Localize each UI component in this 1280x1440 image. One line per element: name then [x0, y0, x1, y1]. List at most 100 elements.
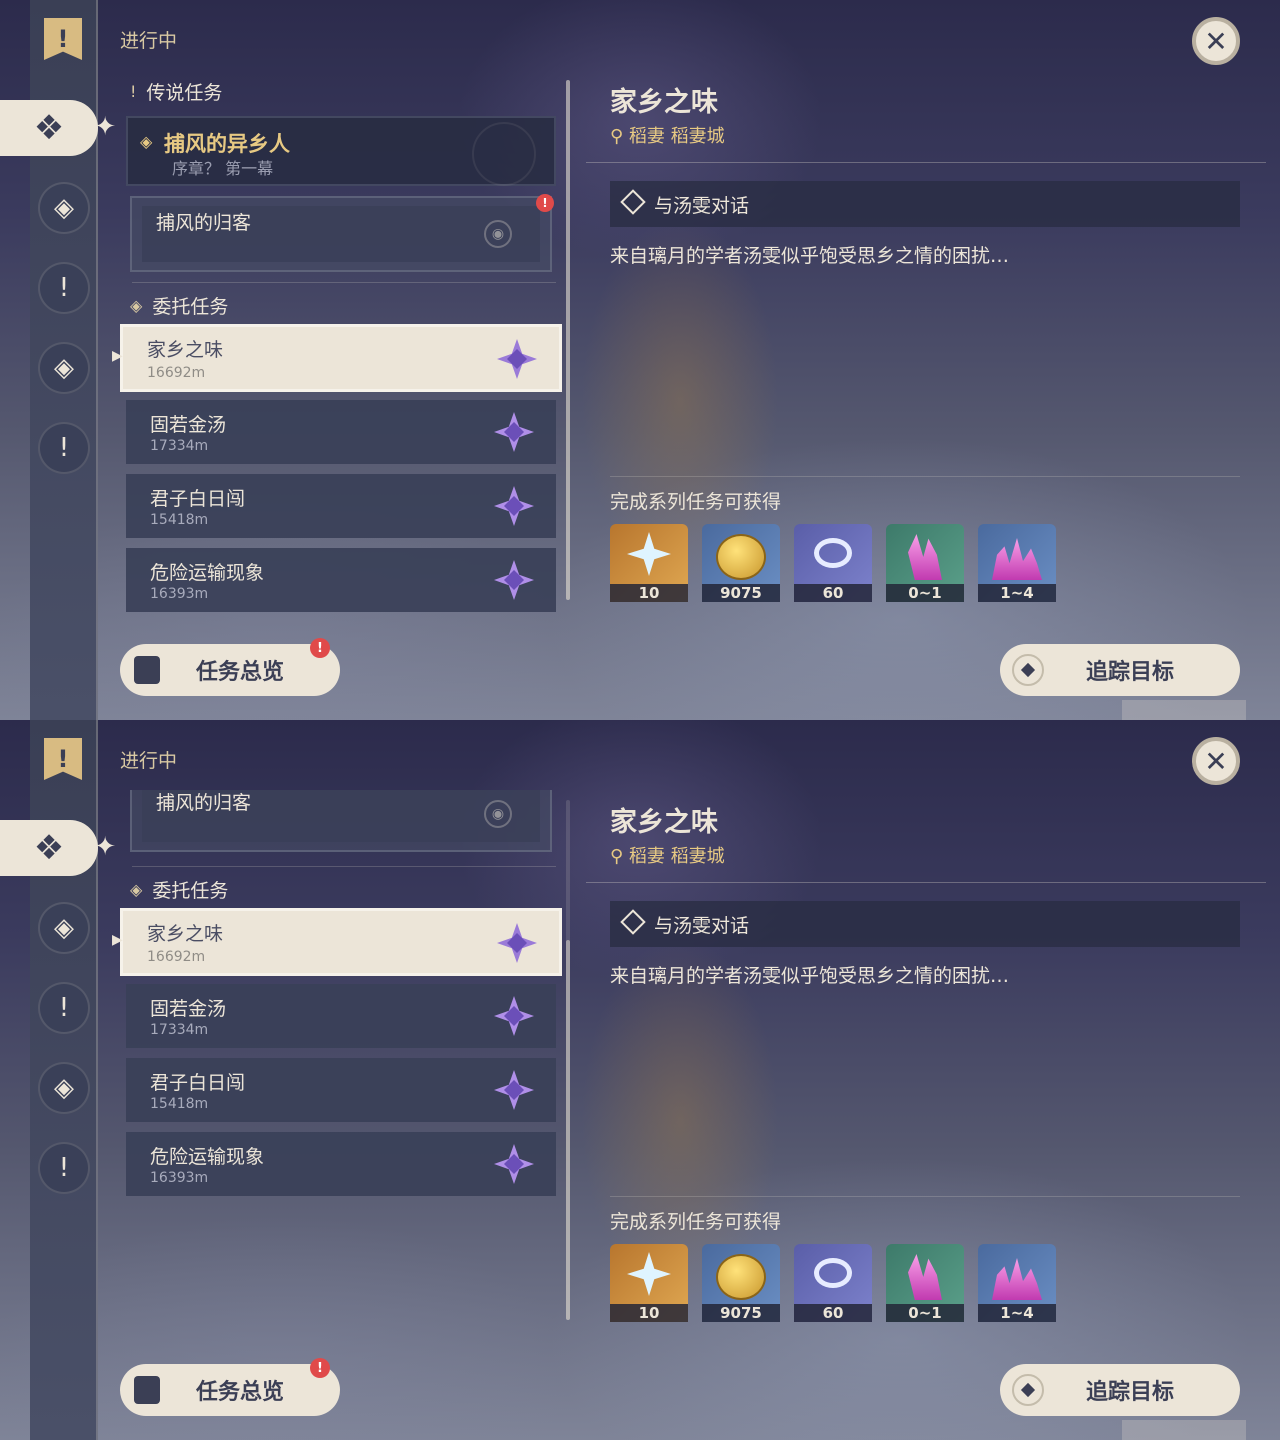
crystal-cluster-icon	[992, 1258, 1042, 1300]
legend-quest-subtitle: 序章？ 第一幕	[172, 159, 274, 178]
reward-crystal-chunk[interactable]: 0~1	[886, 524, 964, 602]
primogem-icon	[627, 1252, 671, 1296]
legend-section-label: 传说任务	[146, 82, 223, 104]
quest-list-scrollbar[interactable]	[566, 800, 570, 1320]
track-target-button[interactable]: 追踪目标	[1000, 644, 1240, 696]
reward-mora[interactable]: 9075	[702, 1244, 780, 1322]
detail-location: ⚲ 稻妻 稻妻城	[610, 846, 725, 867]
track-target-button[interactable]: 追踪目标	[1000, 1364, 1240, 1416]
reward-companionship-exp[interactable]: 60	[794, 1244, 872, 1322]
sub-quest-card[interactable]: 捕风的归客 ◉	[130, 790, 552, 852]
quest-list-scrollbar[interactable]	[566, 80, 570, 600]
crystal-icon	[908, 1254, 942, 1300]
mora-icon	[716, 534, 766, 580]
quest-title: 固若金汤	[150, 414, 227, 436]
quest-title: 君子白日闯	[150, 488, 246, 510]
quest-four-diamond-icon[interactable]: ❖ ✦	[0, 100, 116, 156]
detail-title: 家乡之味	[610, 807, 718, 838]
quest-distance: 16393m	[150, 586, 209, 602]
star-core	[504, 570, 524, 590]
quest-list[interactable]: 捕风的归客 ◉ ◈ 委托任务 家乡之味 16692m 固若金汤 17334m 君子…	[118, 790, 564, 1340]
star-core	[504, 1154, 524, 1174]
quest-overview-button[interactable]: 任务总览 !	[120, 1358, 340, 1416]
commission-quest-icon[interactable]: ◈	[38, 342, 90, 394]
rewards-divider	[610, 476, 1240, 477]
section-divider	[132, 282, 556, 283]
reward-amount: 60	[794, 1304, 872, 1322]
status-title: 进行中	[120, 750, 178, 772]
quest-item[interactable]: 君子白日闯 15418m	[126, 474, 556, 538]
alert-badge: !	[310, 1358, 330, 1378]
quest-title: 危险运输现象	[150, 562, 265, 584]
star-core	[504, 496, 524, 516]
reward-crystal-chunk[interactable]: 0~1	[886, 1244, 964, 1322]
scroll-thumb[interactable]	[566, 80, 570, 600]
star-core	[504, 1006, 524, 1026]
quest-title: 君子白日闯	[150, 1072, 246, 1094]
quest-item-active[interactable]: 家乡之味 16692m	[120, 324, 562, 392]
quest-distance: 16393m	[150, 1170, 209, 1186]
quest-screen-top: ! ❖ ✦ ◈ ! ◈ ! 进行中 ✕ ! 传说任务 ◈ 捕风的异乡人 序章？ 第一…	[0, 0, 1280, 720]
commission-section-header: ◈ 委托任务	[130, 876, 228, 903]
star-core	[507, 349, 527, 369]
story-quest-icon[interactable]: !	[38, 982, 90, 1034]
archon-quest-icon[interactable]: ◈	[38, 902, 90, 954]
close-button[interactable]: ✕	[1192, 737, 1240, 785]
detail-divider	[586, 882, 1266, 883]
reward-amount: 0~1	[886, 584, 964, 602]
emblem-icon	[472, 122, 536, 186]
quest-distance: 15418m	[150, 512, 209, 528]
home-indicator	[1122, 700, 1246, 720]
story-quest-icon[interactable]: !	[38, 262, 90, 314]
track-label: 追踪目标	[1086, 660, 1175, 685]
quest-item[interactable]: 危险运输现象 16393m	[126, 548, 556, 612]
alert-badge: !	[536, 194, 554, 212]
commission-quest-icon[interactable]: ◈	[38, 1062, 90, 1114]
active-category-glyph: ❖	[33, 828, 65, 868]
status-title: 进行中	[120, 30, 178, 52]
reward-crystal-cluster[interactable]: 1~4	[978, 524, 1056, 602]
diamond-icon: ◈	[140, 132, 153, 151]
world-quest-icon[interactable]: !	[38, 1142, 90, 1194]
detail-title: 家乡之味	[610, 87, 718, 118]
quest-overview-button[interactable]: 任务总览 !	[120, 638, 340, 696]
quest-title: 家乡之味	[147, 923, 224, 945]
quest-item[interactable]: 危险运输现象 16393m	[126, 1132, 556, 1196]
rewards-title: 完成系列任务可获得	[610, 1211, 782, 1233]
reward-primogem[interactable]: 10	[610, 1244, 688, 1322]
sub-quest-title: 捕风的归客	[156, 792, 252, 814]
commission-section-header: ◈ 委托任务	[130, 292, 228, 319]
commission-diamond-icon: ◈	[130, 296, 143, 315]
close-button[interactable]: ✕	[1192, 17, 1240, 65]
home-indicator	[1122, 1420, 1246, 1440]
objective-bar: 与汤雯对话	[610, 181, 1240, 227]
sub-quest-card[interactable]: 捕风的归客 ◉ !	[130, 194, 554, 272]
reward-amount: 60	[794, 584, 872, 602]
legend-quest-title: 捕风的异乡人	[164, 132, 290, 156]
world-quest-icon[interactable]: !	[38, 422, 90, 474]
quest-item[interactable]: 君子白日闯 15418m	[126, 1058, 556, 1122]
reward-companionship-exp[interactable]: 60	[794, 524, 872, 602]
star-core	[504, 422, 524, 442]
document-icon	[134, 1376, 160, 1404]
archon-quest-icon[interactable]: ◈	[38, 182, 90, 234]
legend-quest-card[interactable]: ◈ 捕风的异乡人 序章？ 第一幕	[126, 116, 556, 186]
quest-item[interactable]: 固若金汤 17334m	[126, 400, 556, 464]
map-pin-icon[interactable]: ◉	[484, 800, 512, 828]
reward-amount: 10	[610, 1304, 688, 1322]
reward-amount: 1~4	[978, 1304, 1056, 1322]
quest-list[interactable]: ! 传说任务 ◈ 捕风的异乡人 序章？ 第一幕 捕风的归客 ◉ ! ◈ 委托任务 家…	[118, 70, 564, 620]
quest-four-diamond-icon[interactable]: ❖ ✦	[0, 820, 116, 876]
reward-mora[interactable]: 9075	[702, 524, 780, 602]
quest-item[interactable]: 固若金汤 17334m	[126, 984, 556, 1048]
reward-primogem[interactable]: 10	[610, 524, 688, 602]
objective-text: 与汤雯对话	[654, 915, 750, 937]
map-pin-icon[interactable]: ◉	[484, 220, 512, 248]
legend-section-header: ! 传说任务	[130, 78, 222, 105]
reward-amount: 10	[610, 584, 688, 602]
scroll-thumb[interactable]	[566, 940, 570, 1320]
quest-distance: 17334m	[150, 438, 209, 454]
reward-crystal-cluster[interactable]: 1~4	[978, 1244, 1056, 1322]
quest-item-active[interactable]: 家乡之味 16692m	[120, 908, 562, 976]
active-category-glyph: ❖	[33, 108, 65, 148]
